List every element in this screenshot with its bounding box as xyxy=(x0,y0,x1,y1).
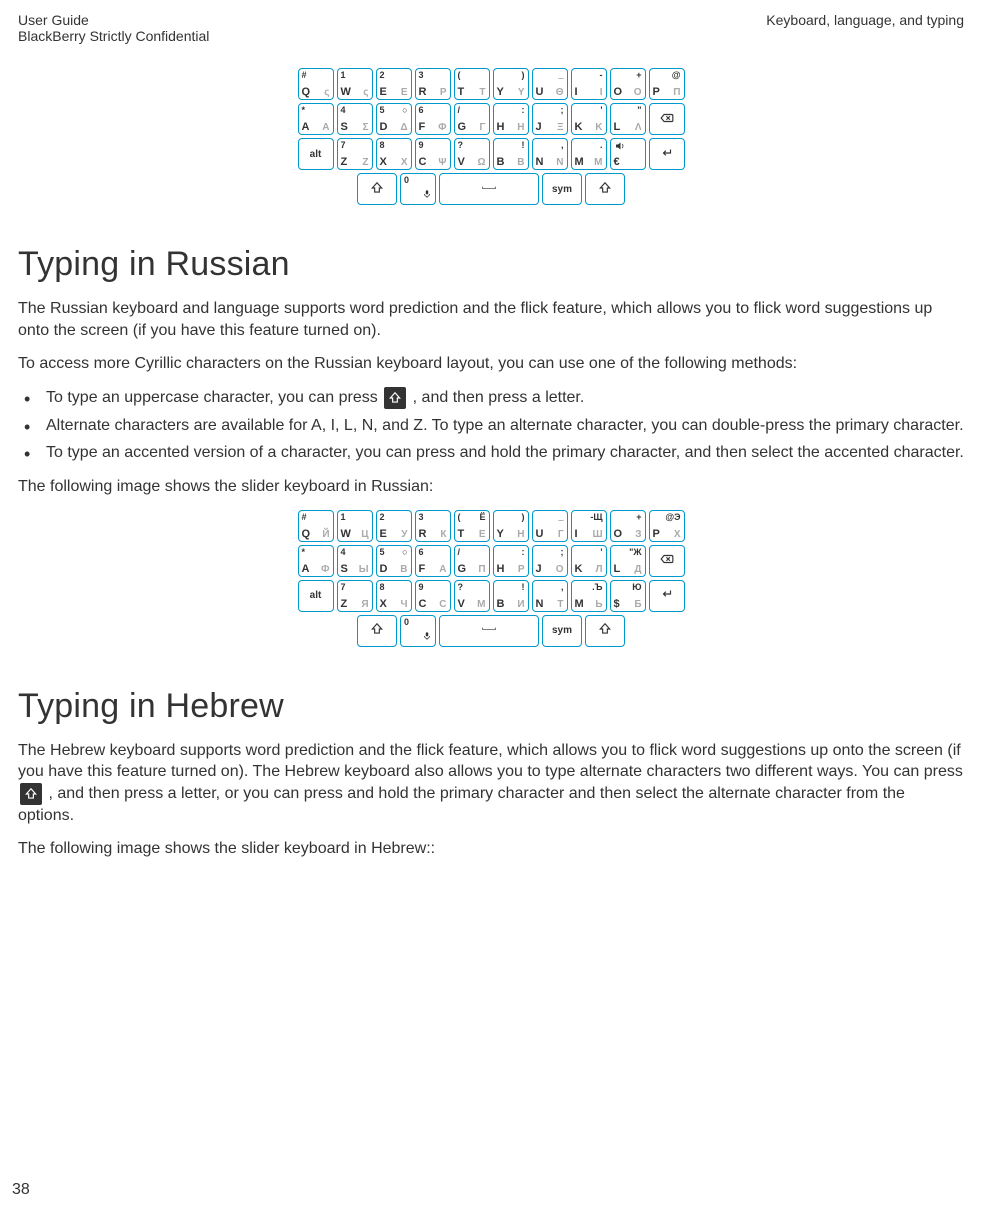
key: ?VΩ xyxy=(454,138,490,170)
key: 8XΧ xyxy=(376,138,412,170)
key: !BΒ xyxy=(493,138,529,170)
text: The Hebrew keyboard supports word predic… xyxy=(18,742,963,781)
key: /GП xyxy=(454,545,490,577)
key: 9CС xyxy=(415,580,451,612)
list-item: To type an uppercase character, you can … xyxy=(18,387,964,409)
key: :HР xyxy=(493,545,529,577)
key: sym xyxy=(542,615,582,647)
key: ,NТ xyxy=(532,580,568,612)
key: 3RΡ xyxy=(415,68,451,100)
para: The following image shows the slider key… xyxy=(18,476,964,498)
key: 6FΦ xyxy=(415,103,451,135)
doc-title: User Guide xyxy=(18,12,89,28)
key: alt xyxy=(298,580,334,612)
section-title: Keyboard, language, and typing xyxy=(766,12,964,28)
key: alt xyxy=(298,138,334,170)
key: (ЁTЕ xyxy=(454,510,490,542)
key: "LΛ xyxy=(610,103,646,135)
list-item: To type an accented version of a charact… xyxy=(18,442,964,464)
key xyxy=(585,615,625,647)
key: 1Wς xyxy=(337,68,373,100)
shift-icon xyxy=(20,783,42,805)
key: ;JО xyxy=(532,545,568,577)
key: 0 xyxy=(400,615,436,647)
key xyxy=(439,173,539,205)
key: € xyxy=(610,138,646,170)
key: sym xyxy=(542,173,582,205)
text: , and then press a letter, or you can pr… xyxy=(18,785,905,824)
para: To access more Cyrillic characters on th… xyxy=(18,353,964,375)
para: The Russian keyboard and language suppor… xyxy=(18,298,964,341)
key: 3RК xyxy=(415,510,451,542)
key xyxy=(649,580,685,612)
key xyxy=(649,103,685,135)
heading-hebrew: Typing in Hebrew xyxy=(18,687,964,726)
key: 5○DВ xyxy=(376,545,412,577)
shift-icon xyxy=(384,387,406,409)
key: .MΜ xyxy=(571,138,607,170)
key: !BИ xyxy=(493,580,529,612)
key xyxy=(357,173,397,205)
key: (TΤ xyxy=(454,68,490,100)
key: /GΓ xyxy=(454,103,490,135)
key: )YН xyxy=(493,510,529,542)
text: , and then press a letter. xyxy=(413,389,585,406)
key: 2EУ xyxy=(376,510,412,542)
key: Ю$Б xyxy=(610,580,646,612)
list-item: Alternate characters are available for A… xyxy=(18,415,964,437)
key: 'KЛ xyxy=(571,545,607,577)
keyboard-russian: #QЙ1WЦ2EУ3RК(ЁTЕ)YН_UГ-ЩIШ+OЗ@ЭPХ *AФ4SЫ5… xyxy=(18,510,964,647)
key: )YΥ xyxy=(493,68,529,100)
confidential-note: BlackBerry Strictly Confidential xyxy=(18,28,964,44)
key: "ЖLД xyxy=(610,545,646,577)
key: 0 xyxy=(400,173,436,205)
key xyxy=(439,615,539,647)
key xyxy=(649,545,685,577)
key: 2EΕ xyxy=(376,68,412,100)
key: 'KΚ xyxy=(571,103,607,135)
key: ?VМ xyxy=(454,580,490,612)
key: ;JΞ xyxy=(532,103,568,135)
key: +OЗ xyxy=(610,510,646,542)
para: The Hebrew keyboard supports word predic… xyxy=(18,740,964,827)
key: 1WЦ xyxy=(337,510,373,542)
key: 4SΣ xyxy=(337,103,373,135)
key: 6FА xyxy=(415,545,451,577)
key: *AФ xyxy=(298,545,334,577)
key: 7ZΖ xyxy=(337,138,373,170)
heading-russian: Typing in Russian xyxy=(18,245,964,284)
key: _UГ xyxy=(532,510,568,542)
key: 5○DΔ xyxy=(376,103,412,135)
key: :HΗ xyxy=(493,103,529,135)
key: 8XЧ xyxy=(376,580,412,612)
key xyxy=(357,615,397,647)
keyboard-greek: #Qς1Wς2EΕ3RΡ(TΤ)YΥ_UΘ-IΙ+OΟ@PΠ *AΑ4SΣ5○DΔ… xyxy=(18,68,964,205)
key: -ЩIШ xyxy=(571,510,607,542)
key xyxy=(585,173,625,205)
key: 9CΨ xyxy=(415,138,451,170)
key: 4SЫ xyxy=(337,545,373,577)
key: #QЙ xyxy=(298,510,334,542)
page-number: 38 xyxy=(12,1181,30,1199)
key: 7ZЯ xyxy=(337,580,373,612)
key: -IΙ xyxy=(571,68,607,100)
para: The following image shows the slider key… xyxy=(18,838,964,860)
key: *AΑ xyxy=(298,103,334,135)
key: _UΘ xyxy=(532,68,568,100)
key: @PΠ xyxy=(649,68,685,100)
text: To type an uppercase character, you can … xyxy=(46,389,382,406)
key: ,NΝ xyxy=(532,138,568,170)
key: +OΟ xyxy=(610,68,646,100)
key: .ЪMЬ xyxy=(571,580,607,612)
key: #Qς xyxy=(298,68,334,100)
key xyxy=(649,138,685,170)
key: @ЭPХ xyxy=(649,510,685,542)
